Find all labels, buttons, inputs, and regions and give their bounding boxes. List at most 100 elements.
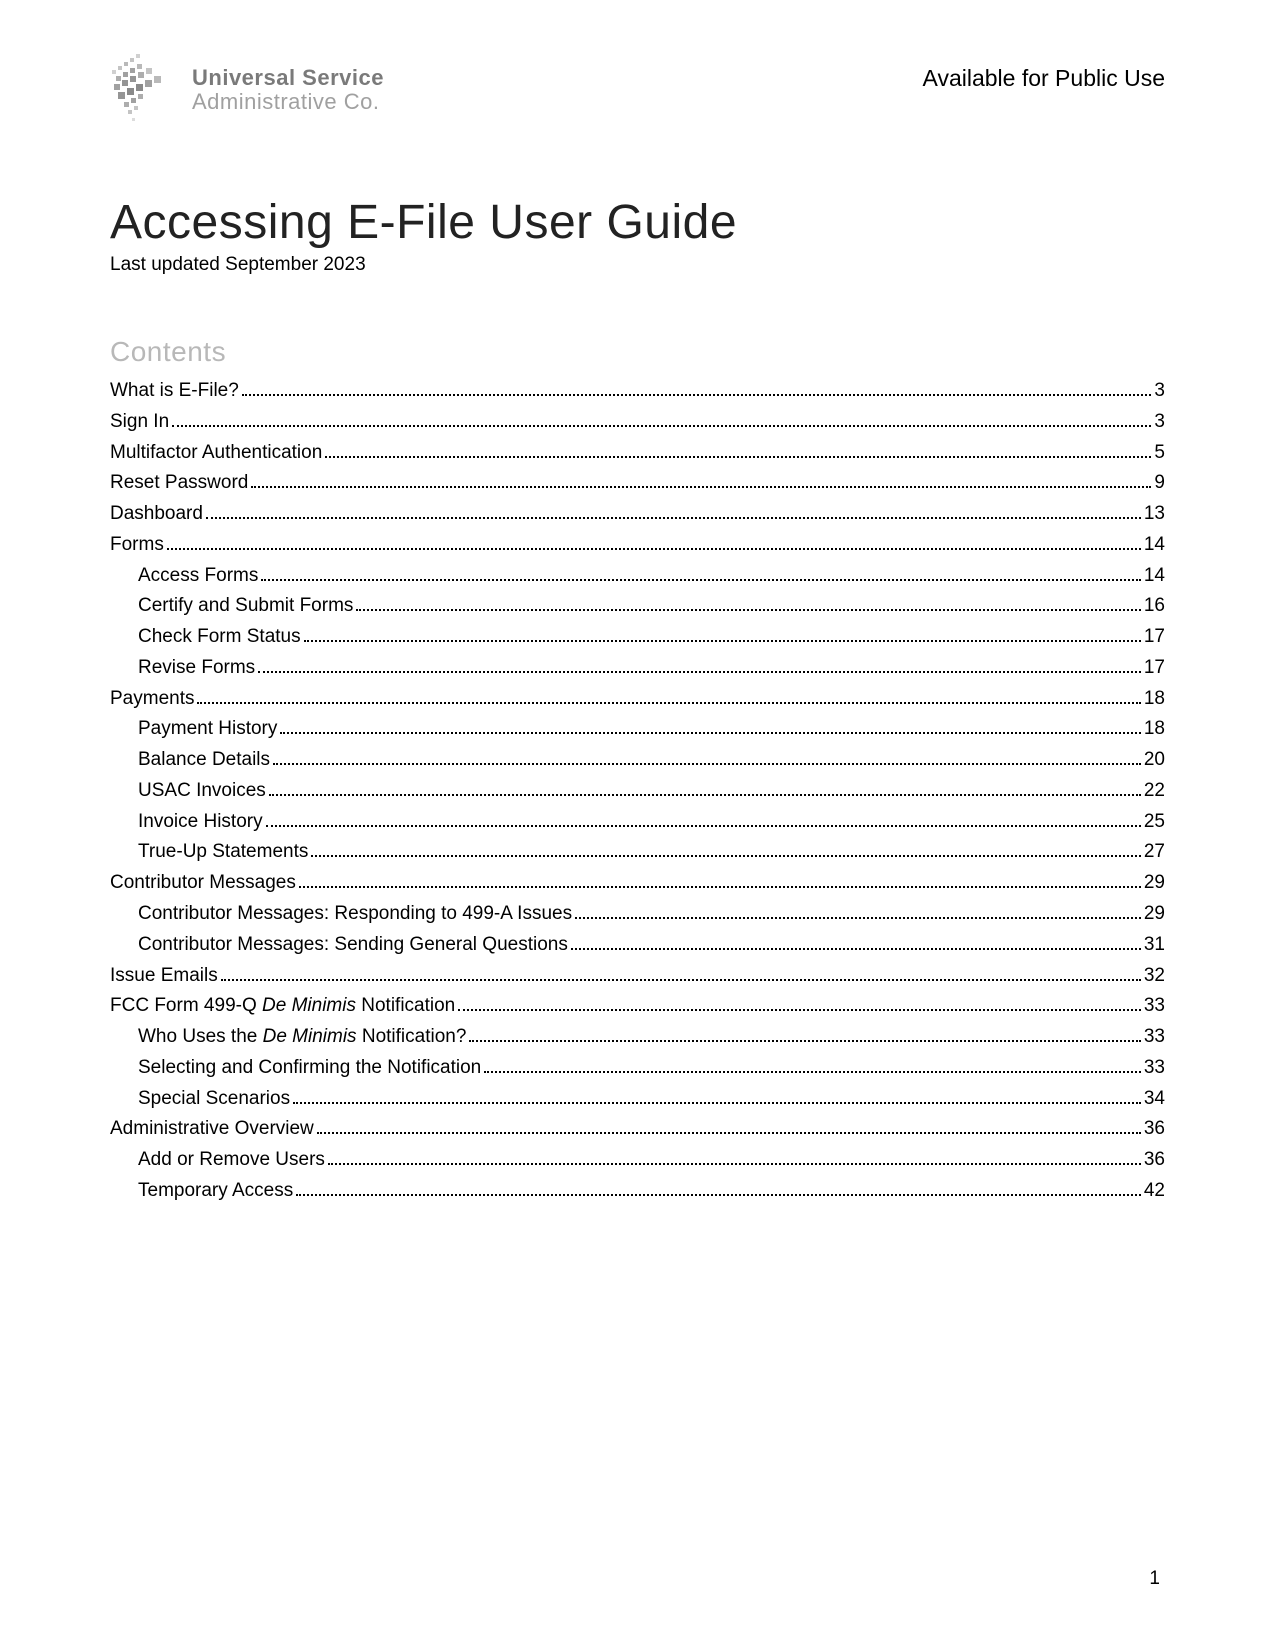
toc-entry-label: Invoice History	[138, 807, 263, 838]
toc-entry-page: 31	[1144, 930, 1165, 961]
toc-dots	[317, 1132, 1141, 1134]
toc-dots	[571, 948, 1141, 950]
toc-entry[interactable]: Contributor Messages: Responding to 499-…	[110, 899, 1165, 930]
toc-entry-page: 29	[1144, 868, 1165, 899]
toc-dots	[458, 1009, 1141, 1011]
toc-entry[interactable]: Balance Details 20	[110, 745, 1165, 776]
toc-entry-label: Selecting and Confirming the Notificatio…	[138, 1053, 481, 1084]
toc-entry[interactable]: Payment History 18	[110, 714, 1165, 745]
toc-dots	[197, 702, 1140, 704]
toc-dots	[251, 486, 1151, 488]
toc-entry[interactable]: Payments18	[110, 684, 1165, 715]
public-use-label: Available for Public Use	[923, 65, 1165, 92]
toc-entry-page: 13	[1144, 499, 1165, 530]
toc-entry-label: Add or Remove Users	[138, 1145, 325, 1176]
toc-entry-label: Reset Password	[110, 468, 248, 499]
toc-entry[interactable]: Temporary Access 42	[110, 1176, 1165, 1207]
toc-dots	[296, 1194, 1141, 1196]
toc-entry-page: 36	[1144, 1145, 1165, 1176]
toc-entry-label: Who Uses the De Minimis Notification?	[138, 1022, 466, 1053]
toc-entry-label: Dashboard	[110, 499, 203, 530]
toc-entry[interactable]: Contributor Messages 29	[110, 868, 1165, 899]
usac-logo-icon	[110, 50, 180, 130]
toc-dots	[469, 1040, 1140, 1042]
toc-entry[interactable]: Access Forms 14	[110, 561, 1165, 592]
toc-dots	[293, 1102, 1141, 1104]
toc-entry[interactable]: Forms 14	[110, 530, 1165, 561]
toc-entry[interactable]: Contributor Messages: Sending General Qu…	[110, 930, 1165, 961]
toc-entry-page: 14	[1144, 561, 1165, 592]
toc-dots	[311, 855, 1140, 857]
toc-entry-page: 20	[1144, 745, 1165, 776]
toc-entry-label: Access Forms	[138, 561, 258, 592]
toc-dots	[242, 394, 1152, 396]
toc-entry-page: 14	[1144, 530, 1165, 561]
toc-entry[interactable]: Issue Emails 32	[110, 961, 1165, 992]
toc-entry-page: 33	[1144, 991, 1165, 1022]
toc-entry[interactable]: Special Scenarios34	[110, 1084, 1165, 1115]
toc-entry-page: 42	[1144, 1176, 1165, 1207]
toc-dots	[269, 794, 1141, 796]
toc-dots	[484, 1071, 1141, 1073]
toc-entry[interactable]: Certify and Submit Forms 16	[110, 591, 1165, 622]
toc-entry[interactable]: Who Uses the De Minimis Notification? 33	[110, 1022, 1165, 1053]
toc-entry-label: FCC Form 499-Q De Minimis Notification	[110, 991, 455, 1022]
toc-entry-label: Temporary Access	[138, 1176, 293, 1207]
contents-heading: Contents	[110, 336, 1165, 368]
toc-entry[interactable]: Administrative Overview36	[110, 1114, 1165, 1145]
toc-entry[interactable]: FCC Form 499-Q De Minimis Notification 33	[110, 991, 1165, 1022]
toc-entry-page: 18	[1144, 714, 1165, 745]
toc-entry-label: Issue Emails	[110, 961, 218, 992]
toc-entry-label: Check Form Status	[138, 622, 301, 653]
toc-entry-page: 33	[1144, 1053, 1165, 1084]
toc-entry-page: 27	[1144, 837, 1165, 868]
toc-entry-label: Contributor Messages: Sending General Qu…	[138, 930, 568, 961]
toc-entry-page: 17	[1144, 622, 1165, 653]
toc-dots	[280, 732, 1140, 734]
toc-entry-page: 16	[1144, 591, 1165, 622]
toc-dots	[575, 917, 1141, 919]
toc-entry-page: 33	[1144, 1022, 1165, 1053]
toc-entry-label: Revise Forms	[138, 653, 255, 684]
toc-entry[interactable]: Check Form Status 17	[110, 622, 1165, 653]
toc-dots	[206, 517, 1141, 519]
toc-entry-label: Forms	[110, 530, 164, 561]
toc-entry[interactable]: USAC Invoices 22	[110, 776, 1165, 807]
toc-entry-label: Special Scenarios	[138, 1084, 290, 1115]
toc-entry-label: Certify and Submit Forms	[138, 591, 353, 622]
toc-entry-label: Balance Details	[138, 745, 270, 776]
logo: Universal Service Administrative Co.	[110, 50, 384, 130]
toc-entry-label: USAC Invoices	[138, 776, 266, 807]
toc-dots	[266, 825, 1141, 827]
toc-entry[interactable]: Reset Password 9	[110, 468, 1165, 499]
toc-entry-page: 3	[1154, 407, 1165, 438]
toc-dots	[221, 979, 1141, 981]
toc-entry-label: What is E-File?	[110, 376, 239, 407]
toc-entry-page: 17	[1144, 653, 1165, 684]
toc-entry-page: 9	[1154, 468, 1165, 499]
toc-entry[interactable]: Add or Remove Users 36	[110, 1145, 1165, 1176]
toc-entry[interactable]: Invoice History 25	[110, 807, 1165, 838]
toc-entry[interactable]: Multifactor Authentication5	[110, 438, 1165, 469]
toc-dots	[261, 579, 1141, 581]
toc-entry-label: Contributor Messages	[110, 868, 296, 899]
toc-entry[interactable]: True-Up Statements27	[110, 837, 1165, 868]
toc-entry[interactable]: What is E-File?3	[110, 376, 1165, 407]
toc-entry[interactable]: Revise Forms 17	[110, 653, 1165, 684]
toc-dots	[167, 548, 1141, 550]
toc-entry-page: 22	[1144, 776, 1165, 807]
toc-entry-label: Multifactor Authentication	[110, 438, 322, 469]
toc-entry[interactable]: Sign In3	[110, 407, 1165, 438]
toc-dots	[299, 886, 1141, 888]
toc-entry[interactable]: Dashboard 13	[110, 499, 1165, 530]
toc-entry-page: 25	[1144, 807, 1165, 838]
toc-dots	[172, 425, 1151, 427]
toc-entry-label: Payment History	[138, 714, 277, 745]
toc-entry-page: 32	[1144, 961, 1165, 992]
toc-dots	[325, 456, 1151, 458]
logo-line-2: Administrative Co.	[192, 90, 384, 114]
document-title: Accessing E-File User Guide	[110, 195, 1165, 250]
toc-dots	[356, 609, 1140, 611]
toc-entry[interactable]: Selecting and Confirming the Notificatio…	[110, 1053, 1165, 1084]
toc-entry-label: Contributor Messages: Responding to 499-…	[138, 899, 572, 930]
